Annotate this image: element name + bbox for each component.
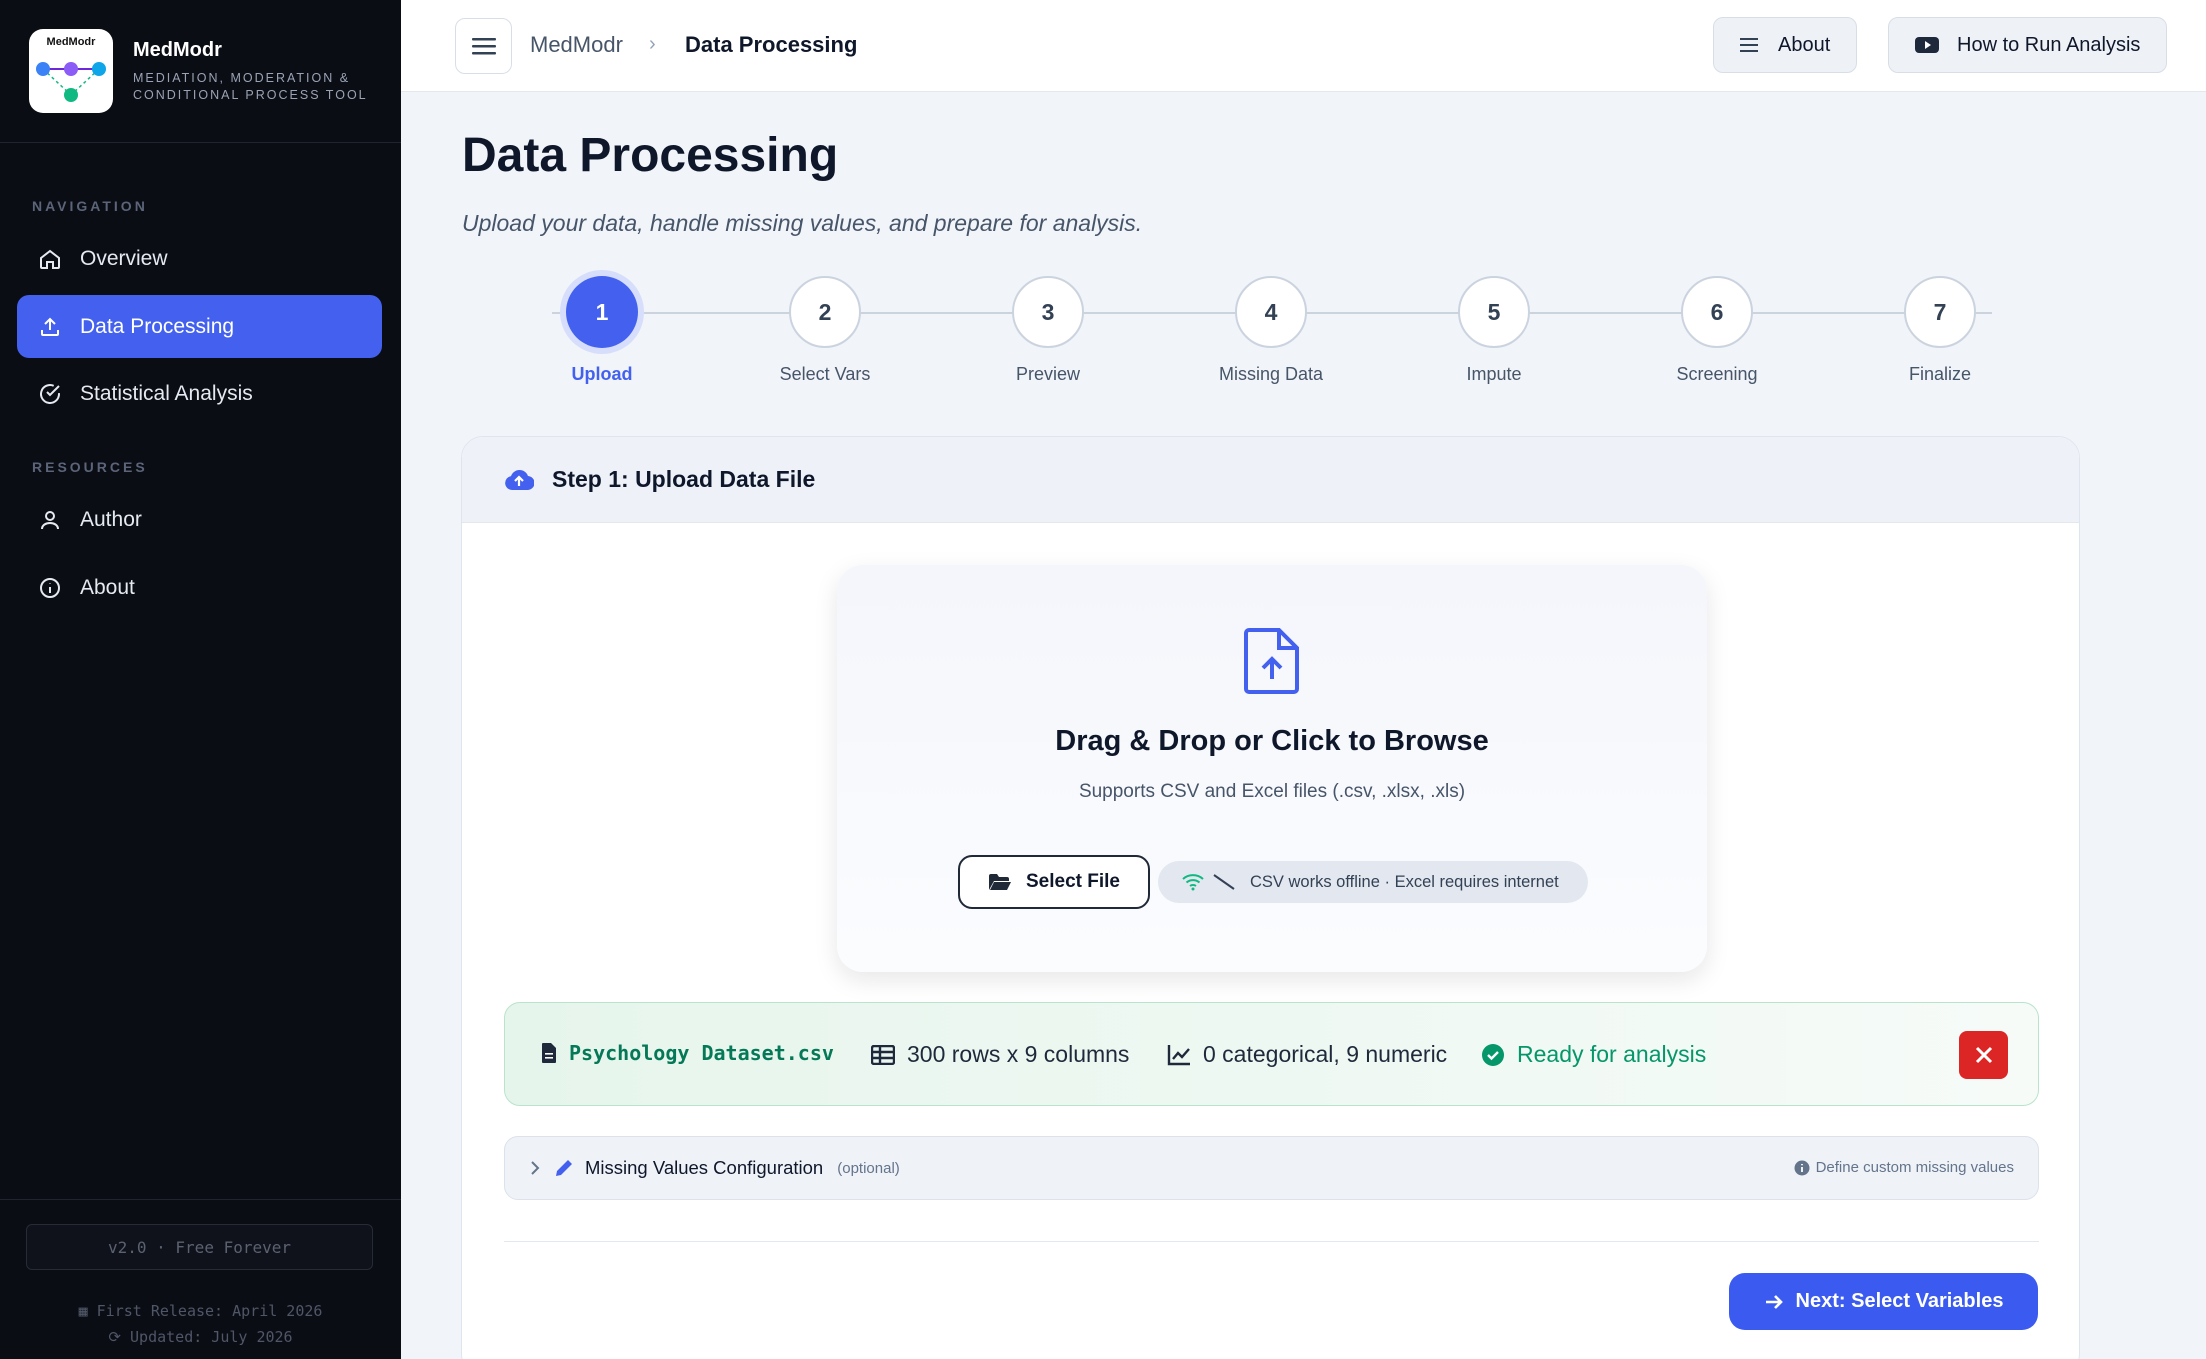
app-logo[interactable]: MedModr xyxy=(29,29,113,113)
sidebar-item-data-processing[interactable]: Data Processing xyxy=(17,295,382,358)
step-5-label: Impute xyxy=(1466,364,1522,384)
step-3-label: Preview xyxy=(1015,364,1081,384)
cloud-upload-icon xyxy=(505,469,534,490)
page-title: Data Processing xyxy=(462,129,839,182)
hamburger-icon xyxy=(471,38,496,55)
sidebar-item-label: Overview xyxy=(80,246,168,270)
sidebar-item-statistical-analysis[interactable]: Statistical Analysis xyxy=(17,362,382,425)
file-dimensions: 300 rows x 9 columns xyxy=(871,1041,1129,1068)
video-play-icon xyxy=(1915,37,1939,53)
home-icon xyxy=(40,249,60,269)
dropzone-title: Drag & Drop or Click to Browse xyxy=(1055,725,1489,757)
table-icon xyxy=(871,1044,895,1065)
calendar-icon: ▦ xyxy=(78,1302,97,1320)
breadcrumb-current: Data Processing xyxy=(685,32,858,57)
wifi-off-icon xyxy=(1213,874,1235,890)
sidebar: MedModr MedModr MEDIATION, MODERATION & … xyxy=(0,0,401,1359)
pencil-icon xyxy=(556,1160,572,1176)
step-2-label: Select Vars xyxy=(779,364,871,384)
about-button[interactable]: About xyxy=(1713,17,1858,73)
sidebar-item-label: Statistical Analysis xyxy=(80,381,253,405)
sidebar-item-overview[interactable]: Overview xyxy=(17,227,382,290)
variable-types: 0 categorical, 9 numeric xyxy=(1167,1041,1447,1068)
resources-heading: RESOURCES xyxy=(32,459,148,475)
chevron-right-icon: › xyxy=(649,33,656,55)
sidebar-item-about[interactable]: About xyxy=(17,556,382,619)
check-circle-icon xyxy=(40,383,60,404)
sidebar-item-label: About xyxy=(80,575,135,599)
next-select-variables-button[interactable]: Next: Select Variables xyxy=(1729,1273,2038,1330)
folder-open-icon xyxy=(989,874,1011,890)
dropzone[interactable]: Drag & Drop or Click to Browse Supports … xyxy=(837,565,1707,972)
step-3-circle[interactable]: 3 xyxy=(1012,276,1084,348)
ready-status: Ready for analysis xyxy=(1481,1041,1706,1068)
sidebar-footer: v2.0 · Free Forever ▦ First Release: Apr… xyxy=(0,1199,401,1359)
info-icon xyxy=(1794,1160,1810,1175)
list-icon xyxy=(1740,38,1758,52)
page-subtitle: Upload your data, handle missing values,… xyxy=(462,210,1143,236)
check-circle-icon xyxy=(1482,1043,1504,1066)
file-upload-icon xyxy=(1244,628,1299,694)
step-7-circle[interactable]: 7 xyxy=(1904,276,1976,348)
missing-values-optional: (optional) xyxy=(837,1159,900,1177)
close-icon xyxy=(1975,1046,1992,1064)
logo-text: MedModr xyxy=(46,36,96,48)
file-icon xyxy=(542,1043,556,1063)
step-4-circle[interactable]: 4 xyxy=(1235,276,1307,348)
card-title: Step 1: Upload Data File xyxy=(552,466,816,492)
missing-values-title: Missing Values Configuration xyxy=(585,1157,824,1178)
step-2-circle[interactable]: 2 xyxy=(789,276,861,348)
upload-card: Step 1: Upload Data File Drag & Drop or … xyxy=(461,436,2080,1359)
missing-values-config[interactable]: Missing Values Configuration (optional) … xyxy=(504,1136,2039,1200)
breadcrumb-app[interactable]: MedModr xyxy=(530,32,623,58)
arrow-right-icon xyxy=(1765,1294,1783,1309)
sidebar-item-label: Data Processing xyxy=(80,314,235,338)
step-7-label: Finalize xyxy=(1908,364,1972,384)
step-6-label: Screening xyxy=(1676,364,1758,384)
updated-date: ⟳ Updated: July 2026 xyxy=(108,1328,293,1346)
step-6-circle[interactable]: 6 xyxy=(1681,276,1753,348)
nav-heading: NAVIGATION xyxy=(32,198,148,214)
info-icon xyxy=(40,577,60,598)
app-subtitle: MEDIATION, MODERATION & CONDITIONAL PROC… xyxy=(133,70,368,102)
missing-values-hint: Define custom missing values xyxy=(1794,1159,2014,1176)
sidebar-item-label: Author xyxy=(80,507,142,531)
offline-note: CSV works offline · Excel requires inter… xyxy=(1158,861,1588,903)
brand: MedModr MedModr MEDIATION, MODERATION & … xyxy=(0,0,401,143)
step-1-circle[interactable]: 1 xyxy=(566,276,638,348)
file-info-bar: Psychology Dataset.csv 300 rows x 9 colu… xyxy=(504,1002,2039,1106)
top-bar: MedModr › Data Processing About How to R… xyxy=(401,0,2206,92)
how-to-run-analysis-button[interactable]: How to Run Analysis xyxy=(1888,17,2168,73)
remove-file-button[interactable] xyxy=(1959,1031,2008,1079)
divider xyxy=(504,1241,2039,1242)
first-release: ▦ First Release: April 2026 xyxy=(78,1302,323,1320)
menu-toggle-button[interactable] xyxy=(455,18,512,74)
step-5-circle[interactable]: 5 xyxy=(1458,276,1530,348)
file-name: Psychology Dataset.csv xyxy=(541,1041,834,1065)
chevron-right-icon xyxy=(531,1161,540,1175)
chart-line-icon xyxy=(1167,1044,1190,1065)
user-icon xyxy=(41,510,59,529)
step-1-label: Upload xyxy=(571,364,633,384)
select-file-button[interactable]: Select File xyxy=(958,855,1150,909)
card-header: Step 1: Upload Data File xyxy=(462,437,2079,523)
version-badge: v2.0 · Free Forever xyxy=(26,1224,373,1270)
dropzone-subtitle: Supports CSV and Excel files (.csv, .xls… xyxy=(1078,781,1466,802)
sidebar-item-author[interactable]: Author xyxy=(17,488,382,551)
wifi-icon xyxy=(1182,874,1204,891)
app-name: MedModr xyxy=(133,38,222,61)
refresh-icon: ⟳ xyxy=(108,1328,131,1346)
step-4-label: Missing Data xyxy=(1218,364,1324,384)
upload-icon xyxy=(41,317,59,336)
